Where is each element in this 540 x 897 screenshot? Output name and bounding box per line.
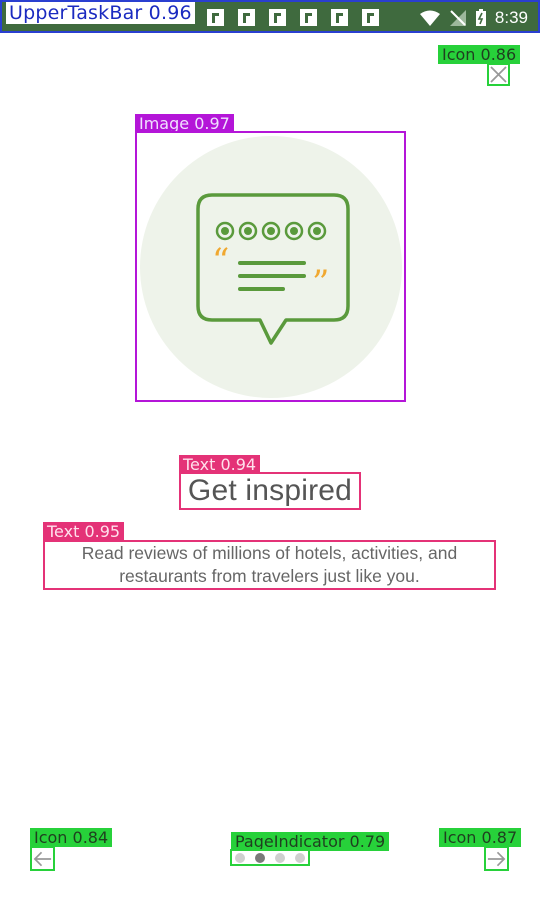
annotation-label-back: Icon 0.84: [30, 828, 113, 847]
svg-text:“: “: [212, 241, 229, 281]
onboarding-description-box: Read reviews of millions of hotels, acti…: [43, 540, 496, 590]
page-indicator: [230, 849, 310, 866]
description-line-2: restaurants from travelers just like you…: [119, 566, 420, 586]
page-dot-active: [255, 852, 265, 863]
annotation-label-close: Icon 0.86: [438, 45, 521, 64]
close-button[interactable]: [487, 63, 510, 86]
onboarding-title: Get inspired: [187, 474, 353, 507]
notification-icons: [207, 9, 379, 27]
close-icon: [490, 66, 507, 83]
notification-icon: [300, 9, 317, 26]
arrow-left-icon: [33, 851, 52, 866]
next-button[interactable]: [484, 846, 509, 871]
upper-task-bar: 8:39 UpperTaskBar 0.96: [0, 0, 540, 33]
notification-icon: [331, 9, 348, 26]
arrow-right-icon: [487, 851, 506, 866]
page-dot: [235, 852, 245, 863]
svg-text:”: ”: [312, 263, 329, 303]
battery-icon: [475, 9, 486, 26]
page-dot: [295, 852, 305, 863]
page-dot: [275, 852, 285, 863]
notification-icon: [207, 9, 224, 26]
annotation-label-description: Text 0.95: [43, 522, 125, 541]
hero-image: “ ”: [135, 131, 406, 402]
onboarding-title-box: Get inspired: [179, 472, 361, 510]
notification-icon: [269, 9, 286, 26]
clock: 8:39: [494, 8, 528, 27]
onboarding-description: Read reviews of millions of hotels, acti…: [82, 542, 457, 588]
annotation-label-task-bar: UpperTaskBar 0.96: [6, 2, 195, 24]
status-icons: 8:39: [419, 8, 528, 28]
annotation-label-next: Icon 0.87: [439, 828, 522, 847]
back-button[interactable]: [30, 846, 55, 871]
description-line-1: Read reviews of millions of hotels, acti…: [81, 543, 458, 563]
signal-icon: [449, 10, 466, 26]
wifi-icon: [419, 10, 440, 26]
review-illustration: “ ”: [140, 136, 402, 398]
notification-icon: [238, 9, 255, 26]
notification-icon: [362, 9, 379, 26]
